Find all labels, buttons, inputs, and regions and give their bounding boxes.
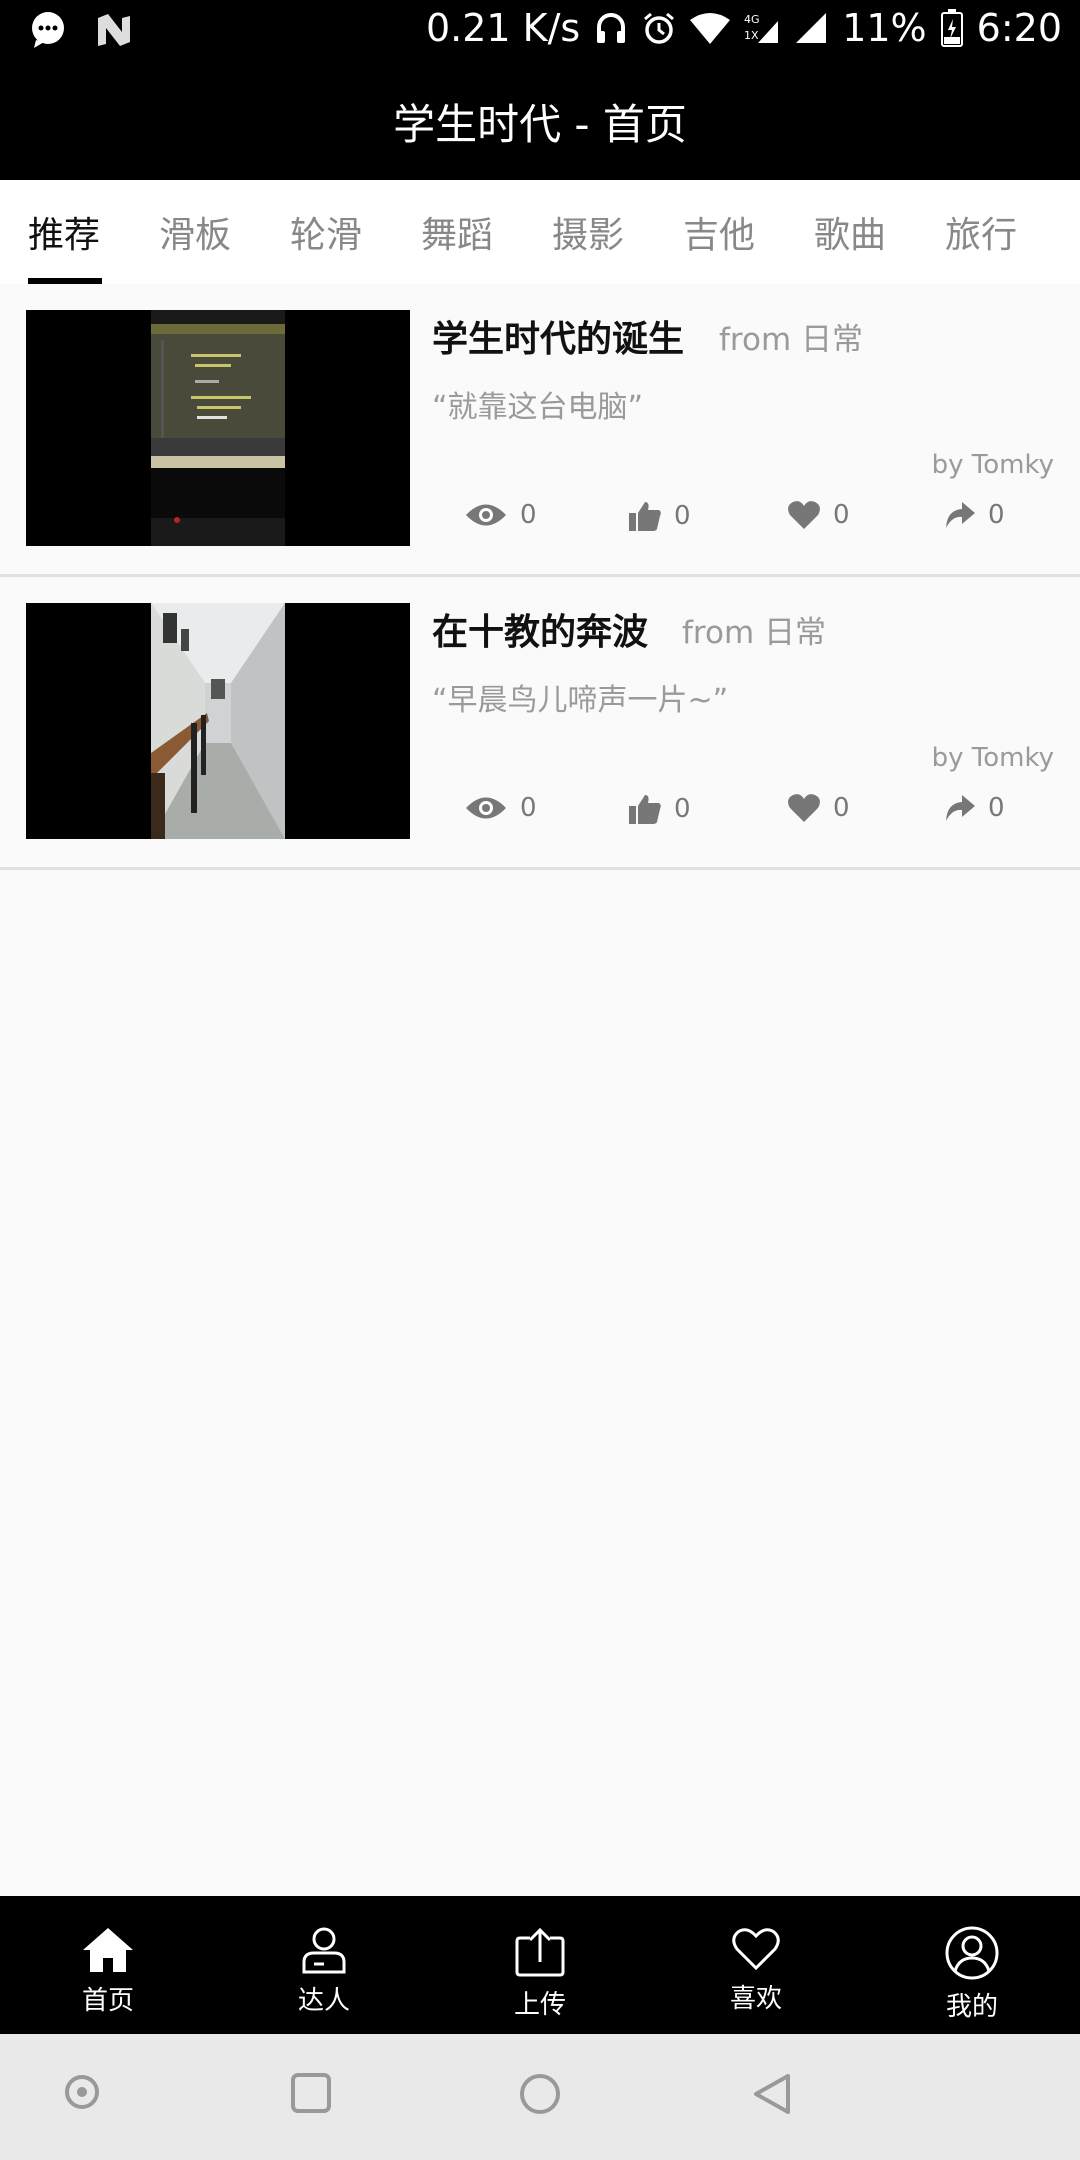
status-bar: 0.21 K/s 4G 1X 11% 6:20 xyxy=(0,0,1080,62)
svg-text:4G: 4G xyxy=(744,13,760,26)
tab-recommend[interactable]: 推荐 xyxy=(28,206,100,258)
tab-dance[interactable]: 舞蹈 xyxy=(421,206,493,258)
assistant-dot-icon[interactable] xyxy=(62,2072,102,2112)
back-triangle-icon[interactable] xyxy=(750,2072,794,2116)
4g-icon: 4G1X xyxy=(744,13,779,43)
bottom-navigation: 首页 达人 上传 喜欢 我的 xyxy=(0,1896,1080,2034)
favorite-count[interactable]: 0 xyxy=(787,793,850,823)
post-quote: “早晨鸟儿啼声一片~” xyxy=(432,683,729,718)
post-category: from 日常 xyxy=(682,615,826,651)
eye-icon xyxy=(466,797,506,819)
tab-guitar[interactable]: 吉他 xyxy=(683,206,755,258)
nav-favorites[interactable]: 喜欢 xyxy=(686,1926,826,2015)
nav-home[interactable]: 首页 xyxy=(38,1926,178,2017)
chat-icon xyxy=(32,12,64,48)
page-title: 学生时代 - 首页 xyxy=(393,99,687,149)
net-speed: 0.21 K/s xyxy=(425,6,581,50)
feed-card[interactable]: 在十教的奔波 from 日常 “早晨鸟儿啼声一片~” by Tomky 0 0 … xyxy=(0,577,1080,870)
tab-travel[interactable]: 旅行 xyxy=(945,206,1017,258)
post-author: by Tomky xyxy=(931,450,1054,480)
tab-songs[interactable]: 歌曲 xyxy=(814,206,886,258)
headphones-icon xyxy=(597,13,626,43)
n-icon xyxy=(98,14,130,46)
wifi-icon xyxy=(690,13,731,44)
nav-profile[interactable]: 我的 xyxy=(902,1926,1042,2023)
computer-screen-image xyxy=(151,310,285,546)
nav-experts[interactable]: 达人 xyxy=(254,1926,394,2017)
heart-icon xyxy=(788,501,820,529)
app-header: 学生时代 - 首页 xyxy=(0,62,1080,180)
heart-icon xyxy=(732,1928,780,1971)
system-navigation-bar xyxy=(0,2034,1080,2160)
thumbs-up-icon xyxy=(629,502,661,531)
share-count[interactable]: 0 xyxy=(944,793,1005,823)
signal-icon xyxy=(796,13,827,43)
eye-icon xyxy=(466,504,506,526)
recents-square-icon[interactable] xyxy=(290,2072,332,2114)
like-count[interactable]: 0 xyxy=(628,793,691,825)
battery-percent: 11% xyxy=(842,6,927,50)
profile-icon xyxy=(945,1926,999,1980)
view-count: 0 xyxy=(464,500,537,530)
home-circle-icon[interactable] xyxy=(518,2072,562,2116)
tab-rollerskate[interactable]: 轮滑 xyxy=(290,206,362,258)
feed-card[interactable]: 学生时代的诞生 from 日常 “就靠这台电脑” by Tomky 0 0 0 … xyxy=(0,284,1080,577)
like-count[interactable]: 0 xyxy=(628,500,691,532)
post-quote: “就靠这台电脑” xyxy=(432,390,644,425)
favorite-count[interactable]: 0 xyxy=(787,500,850,530)
share-count[interactable]: 0 xyxy=(944,500,1005,530)
post-title[interactable]: 学生时代的诞生 xyxy=(432,310,684,362)
share-arrow-icon xyxy=(946,502,975,528)
battery-icon xyxy=(940,9,963,47)
share-arrow-icon xyxy=(946,795,975,821)
tab-skateboard[interactable]: 滑板 xyxy=(159,206,231,258)
clock: 6:20 xyxy=(976,6,1062,50)
heart-icon xyxy=(788,794,820,822)
svg-text:1X: 1X xyxy=(744,29,759,42)
video-thumbnail[interactable] xyxy=(26,310,410,546)
thumbs-up-icon xyxy=(629,795,661,824)
post-author: by Tomky xyxy=(931,743,1054,773)
corridor-image xyxy=(151,603,285,839)
alarm-icon xyxy=(644,12,675,44)
video-thumbnail[interactable] xyxy=(26,603,410,839)
home-icon xyxy=(83,1928,133,1972)
post-category: from 日常 xyxy=(719,322,863,358)
view-count: 0 xyxy=(464,793,537,823)
post-title[interactable]: 在十教的奔波 xyxy=(432,603,648,655)
category-tabs: 推荐 滑板 轮滑 舞蹈 摄影 吉他 歌曲 旅行 xyxy=(0,180,1080,284)
nav-upload[interactable]: 上传 xyxy=(470,1926,610,2021)
tab-photography[interactable]: 摄影 xyxy=(552,206,624,258)
upload-icon xyxy=(515,1927,565,1977)
user-icon xyxy=(302,1927,346,1974)
